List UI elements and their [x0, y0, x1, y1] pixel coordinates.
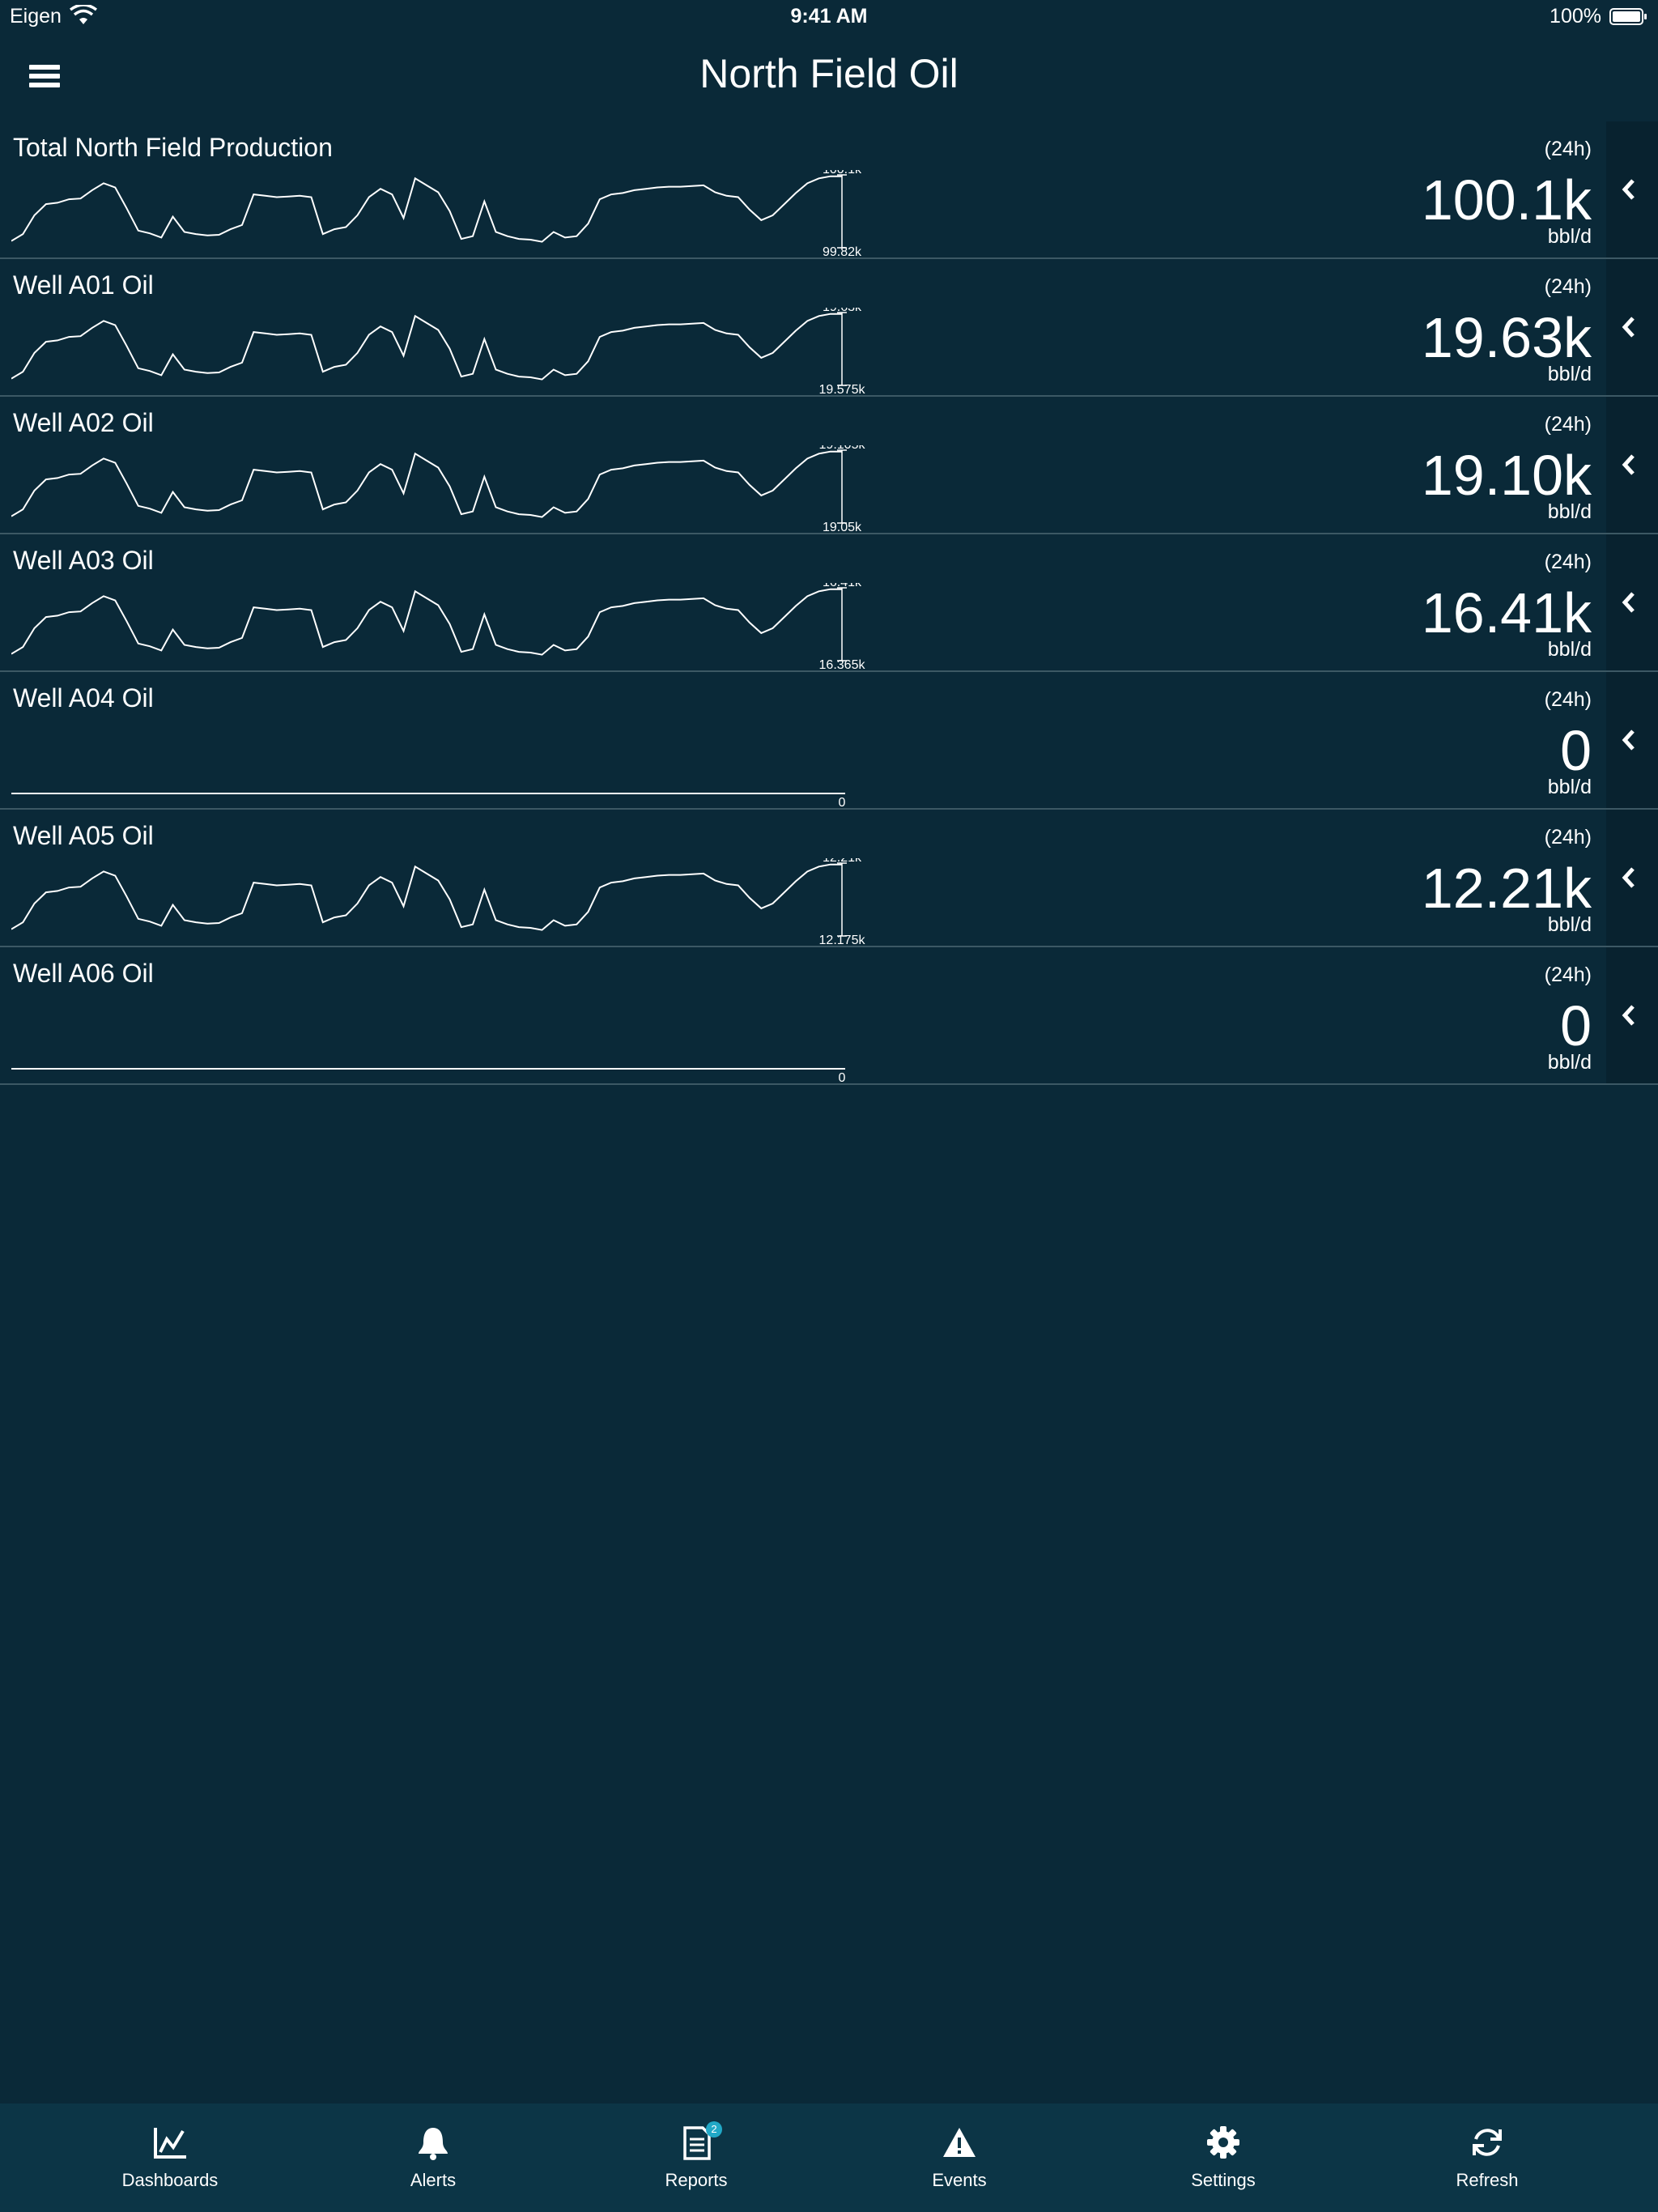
- metric-unit: bbl/d: [1547, 913, 1592, 936]
- chevron-left-icon: [1622, 179, 1635, 200]
- min-value-label: 0: [839, 796, 846, 806]
- expand-button[interactable]: [1606, 259, 1658, 395]
- chevron-left-icon: [1622, 730, 1635, 751]
- expand-button[interactable]: [1606, 810, 1658, 946]
- max-value-label: 100.1k: [823, 170, 862, 177]
- expand-button[interactable]: [1606, 534, 1658, 670]
- metric-value: 100.1k: [1421, 168, 1592, 232]
- metric-unit: bbl/d: [1547, 363, 1592, 385]
- metric-unit: bbl/d: [1547, 638, 1592, 661]
- tab-label: Refresh: [1456, 2170, 1519, 2190]
- sparkline-path: [11, 450, 842, 518]
- max-value-label: 19.63k: [823, 308, 862, 314]
- period-label: (24h): [1544, 826, 1592, 849]
- sparkline-chart: 0: [11, 793, 846, 806]
- sparkline-chart: 19.63k 19.575k: [11, 308, 866, 393]
- metric-label: Well A02 Oil: [13, 408, 154, 437]
- metric-label: Well A05 Oil: [13, 821, 154, 850]
- metric-label: Well A06 Oil: [13, 959, 154, 988]
- chart-icon: [154, 2128, 186, 2159]
- expand-button[interactable]: [1606, 121, 1658, 257]
- expand-button[interactable]: [1606, 947, 1658, 1083]
- chevron-left-icon: [1622, 867, 1635, 888]
- max-value-label: 12.21k: [823, 858, 862, 865]
- sparkline-chart: 19.105k 19.05k: [11, 445, 866, 531]
- metric-label: Total North Field Production: [13, 133, 333, 162]
- period-label: (24h): [1544, 688, 1592, 711]
- metric-value: 12.21k: [1421, 857, 1592, 920]
- metric-row[interactable]: Well A04 Oil 0 (24h) 0 bbl/d: [0, 672, 1658, 810]
- expand-button[interactable]: [1606, 672, 1658, 808]
- tab-label: Alerts: [410, 2170, 457, 2190]
- tab-label: Reports: [665, 2170, 728, 2190]
- tab-label: Settings: [1191, 2170, 1256, 2190]
- min-value-label: 0: [839, 1071, 846, 1082]
- tab-reports[interactable]: 2 Reports: [615, 2104, 777, 2212]
- tab-label: Dashboards: [121, 2170, 219, 2190]
- metric-row[interactable]: Well A05 Oil 12.21k 12.175k (24h) 12.21k…: [0, 810, 1658, 947]
- min-value-label: 99.82k: [823, 245, 862, 256]
- sparkline-path: [11, 313, 842, 381]
- tab-events[interactable]: Events: [878, 2104, 1040, 2212]
- chevron-left-icon: [1622, 454, 1635, 475]
- navigation-bar: North Field Oil: [0, 34, 1658, 120]
- clock: 9:41 AM: [790, 5, 868, 28]
- battery-percentage: 100%: [1550, 5, 1601, 28]
- metric-value: 19.10k: [1421, 444, 1592, 507]
- metric-row[interactable]: Total North Field Production 100.1k 99.8…: [0, 121, 1658, 259]
- sparkline-chart: 100.1k 99.82k: [11, 170, 862, 256]
- bell-icon: [419, 2128, 448, 2160]
- period-label: (24h): [1544, 551, 1592, 573]
- period-label: (24h): [1544, 275, 1592, 298]
- refresh-icon: [1473, 2129, 1502, 2156]
- period-label: (24h): [1544, 963, 1592, 986]
- period-label: (24h): [1544, 138, 1592, 160]
- tab-dashboards[interactable]: Dashboards: [89, 2104, 251, 2212]
- expand-button[interactable]: [1606, 397, 1658, 533]
- metric-row[interactable]: Well A03 Oil 16.41k 16.365k (24h) 16.41k…: [0, 534, 1658, 672]
- sparkline-path: [11, 588, 842, 656]
- chevron-left-icon: [1622, 592, 1635, 613]
- metric-label: Well A01 Oil: [13, 270, 154, 300]
- chevron-left-icon: [1622, 1005, 1635, 1026]
- warning-icon: [943, 2128, 976, 2157]
- tab-bar: Dashboards Alerts 2 Reports Events Setti…: [0, 2104, 1658, 2212]
- metric-unit: bbl/d: [1547, 225, 1592, 248]
- max-value-label: 19.105k: [819, 445, 866, 452]
- chevron-left-icon: [1622, 317, 1635, 338]
- metric-value: 0: [1560, 719, 1592, 782]
- metric-label: Well A04 Oil: [13, 683, 154, 713]
- tab-settings[interactable]: Settings: [1142, 2104, 1304, 2212]
- tab-label: Events: [932, 2170, 987, 2190]
- battery-icon: [1609, 8, 1647, 25]
- metric-value: 16.41k: [1421, 581, 1592, 644]
- tab-refresh[interactable]: Refresh: [1406, 2104, 1568, 2212]
- tab-alerts[interactable]: Alerts: [352, 2104, 514, 2212]
- notification-badge: 2: [706, 2121, 722, 2138]
- metric-unit: bbl/d: [1547, 1051, 1592, 1074]
- max-value-label: 16.41k: [823, 583, 862, 589]
- metric-unit: bbl/d: [1547, 500, 1592, 523]
- min-value-label: 12.175k: [819, 934, 866, 944]
- metric-value: 0: [1560, 994, 1592, 1057]
- gear-icon: [1207, 2126, 1239, 2159]
- metric-row[interactable]: Well A01 Oil 19.63k 19.575k (24h) 19.63k…: [0, 259, 1658, 397]
- sparkline-chart: 12.21k 12.175k: [11, 858, 866, 944]
- min-value-label: 16.365k: [819, 658, 866, 669]
- sparkline-path: [11, 863, 842, 931]
- min-value-label: 19.05k: [823, 521, 862, 531]
- sparkline-chart: 0: [11, 1068, 846, 1082]
- sparkline-chart: 16.41k 16.365k: [11, 583, 866, 669]
- sparkline-path: [11, 175, 842, 243]
- page-title: North Field Oil: [699, 51, 959, 96]
- metric-label: Well A03 Oil: [13, 546, 154, 575]
- metric-unit: bbl/d: [1547, 776, 1592, 798]
- status-bar: Eigen 9:41 AM 100%: [0, 0, 1658, 34]
- metric-list: Total North Field Production 100.1k 99.8…: [0, 121, 1658, 1085]
- period-label: (24h): [1544, 413, 1592, 436]
- metric-value: 19.63k: [1421, 306, 1592, 369]
- metric-row[interactable]: Well A02 Oil 19.105k 19.05k (24h) 19.10k…: [0, 397, 1658, 534]
- min-value-label: 19.575k: [819, 383, 866, 393]
- metric-row[interactable]: Well A06 Oil 0 (24h) 0 bbl/d: [0, 947, 1658, 1085]
